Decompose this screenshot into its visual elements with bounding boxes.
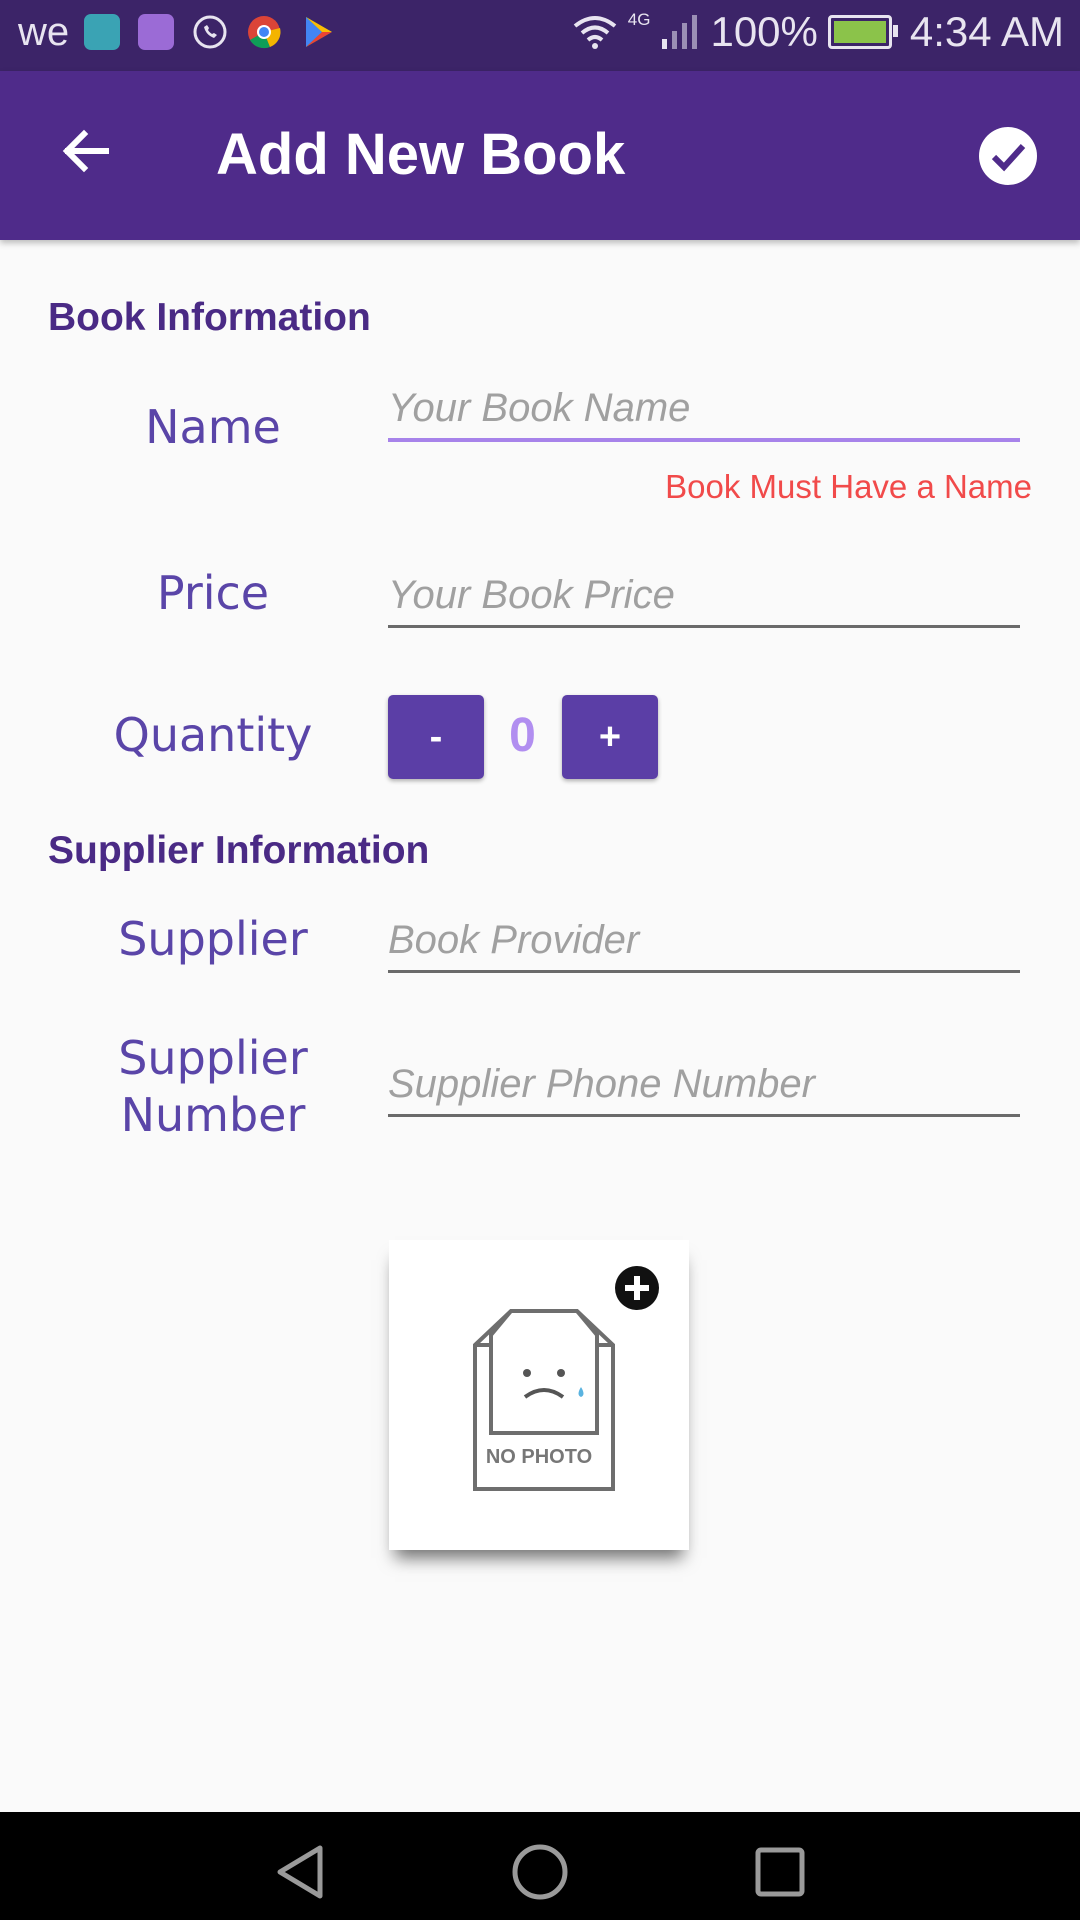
play-store-icon xyxy=(306,17,332,47)
supplier-input[interactable] xyxy=(388,910,1020,973)
book-price-input[interactable] xyxy=(388,565,1020,628)
battery-fill xyxy=(833,21,886,43)
app-bar: Add New Book xyxy=(0,71,1080,240)
add-circle-icon[interactable] xyxy=(614,1265,660,1311)
name-error-text: Book Must Have a Name xyxy=(665,468,1032,505)
supplier-number-label-line2: Number xyxy=(120,1088,306,1142)
quantity-label: Quantity xyxy=(113,708,313,762)
wifi-icon xyxy=(573,16,617,49)
supplier-label: Supplier xyxy=(118,912,308,966)
network-type: 4G xyxy=(627,10,651,29)
back-triangle-icon[interactable] xyxy=(270,1842,330,1902)
android-icon xyxy=(84,14,120,50)
supplier-number-label: Supplier Number xyxy=(68,1030,358,1144)
quantity-decrease-button[interactable]: - xyxy=(388,695,484,779)
book-photo-card[interactable]: NO PHOTO xyxy=(389,1240,689,1550)
notification-icons xyxy=(84,14,336,50)
section-title-book-information: Book Information xyxy=(48,296,371,339)
page-title: Add New Book xyxy=(216,122,626,187)
quantity-value: 0 xyxy=(509,709,536,762)
battery-icon xyxy=(827,15,898,49)
status-bar: we 4G 100% 4:34 AM xyxy=(0,0,1080,71)
section-title-supplier-information: Supplier Information xyxy=(48,829,430,872)
home-circle-icon[interactable] xyxy=(510,1842,570,1902)
supplier-phone-input[interactable] xyxy=(388,1054,1020,1117)
arrow-back-icon[interactable] xyxy=(56,121,116,181)
price-label: Price xyxy=(156,566,270,620)
battery-percent: 100% xyxy=(710,8,818,55)
clock: 4:34 AM xyxy=(909,8,1064,55)
gallery-icon xyxy=(138,14,174,50)
status-right: 4G 100% 4:34 AM xyxy=(572,8,1064,56)
navigation-bar xyxy=(0,1812,1080,1920)
chrome-icon xyxy=(248,16,281,49)
signal-icon xyxy=(662,15,698,49)
name-label: Name xyxy=(145,400,281,454)
check-circle-icon[interactable] xyxy=(978,126,1038,186)
no-photo-label: NO PHOTO xyxy=(485,1446,593,1468)
quantity-increase-button[interactable]: + xyxy=(562,695,658,779)
carrier-label: we xyxy=(18,10,70,54)
supplier-number-label-line1: Supplier xyxy=(118,1031,308,1085)
whatsapp-icon xyxy=(193,15,227,49)
recents-square-icon[interactable] xyxy=(750,1842,810,1902)
book-name-input[interactable] xyxy=(388,378,1020,442)
